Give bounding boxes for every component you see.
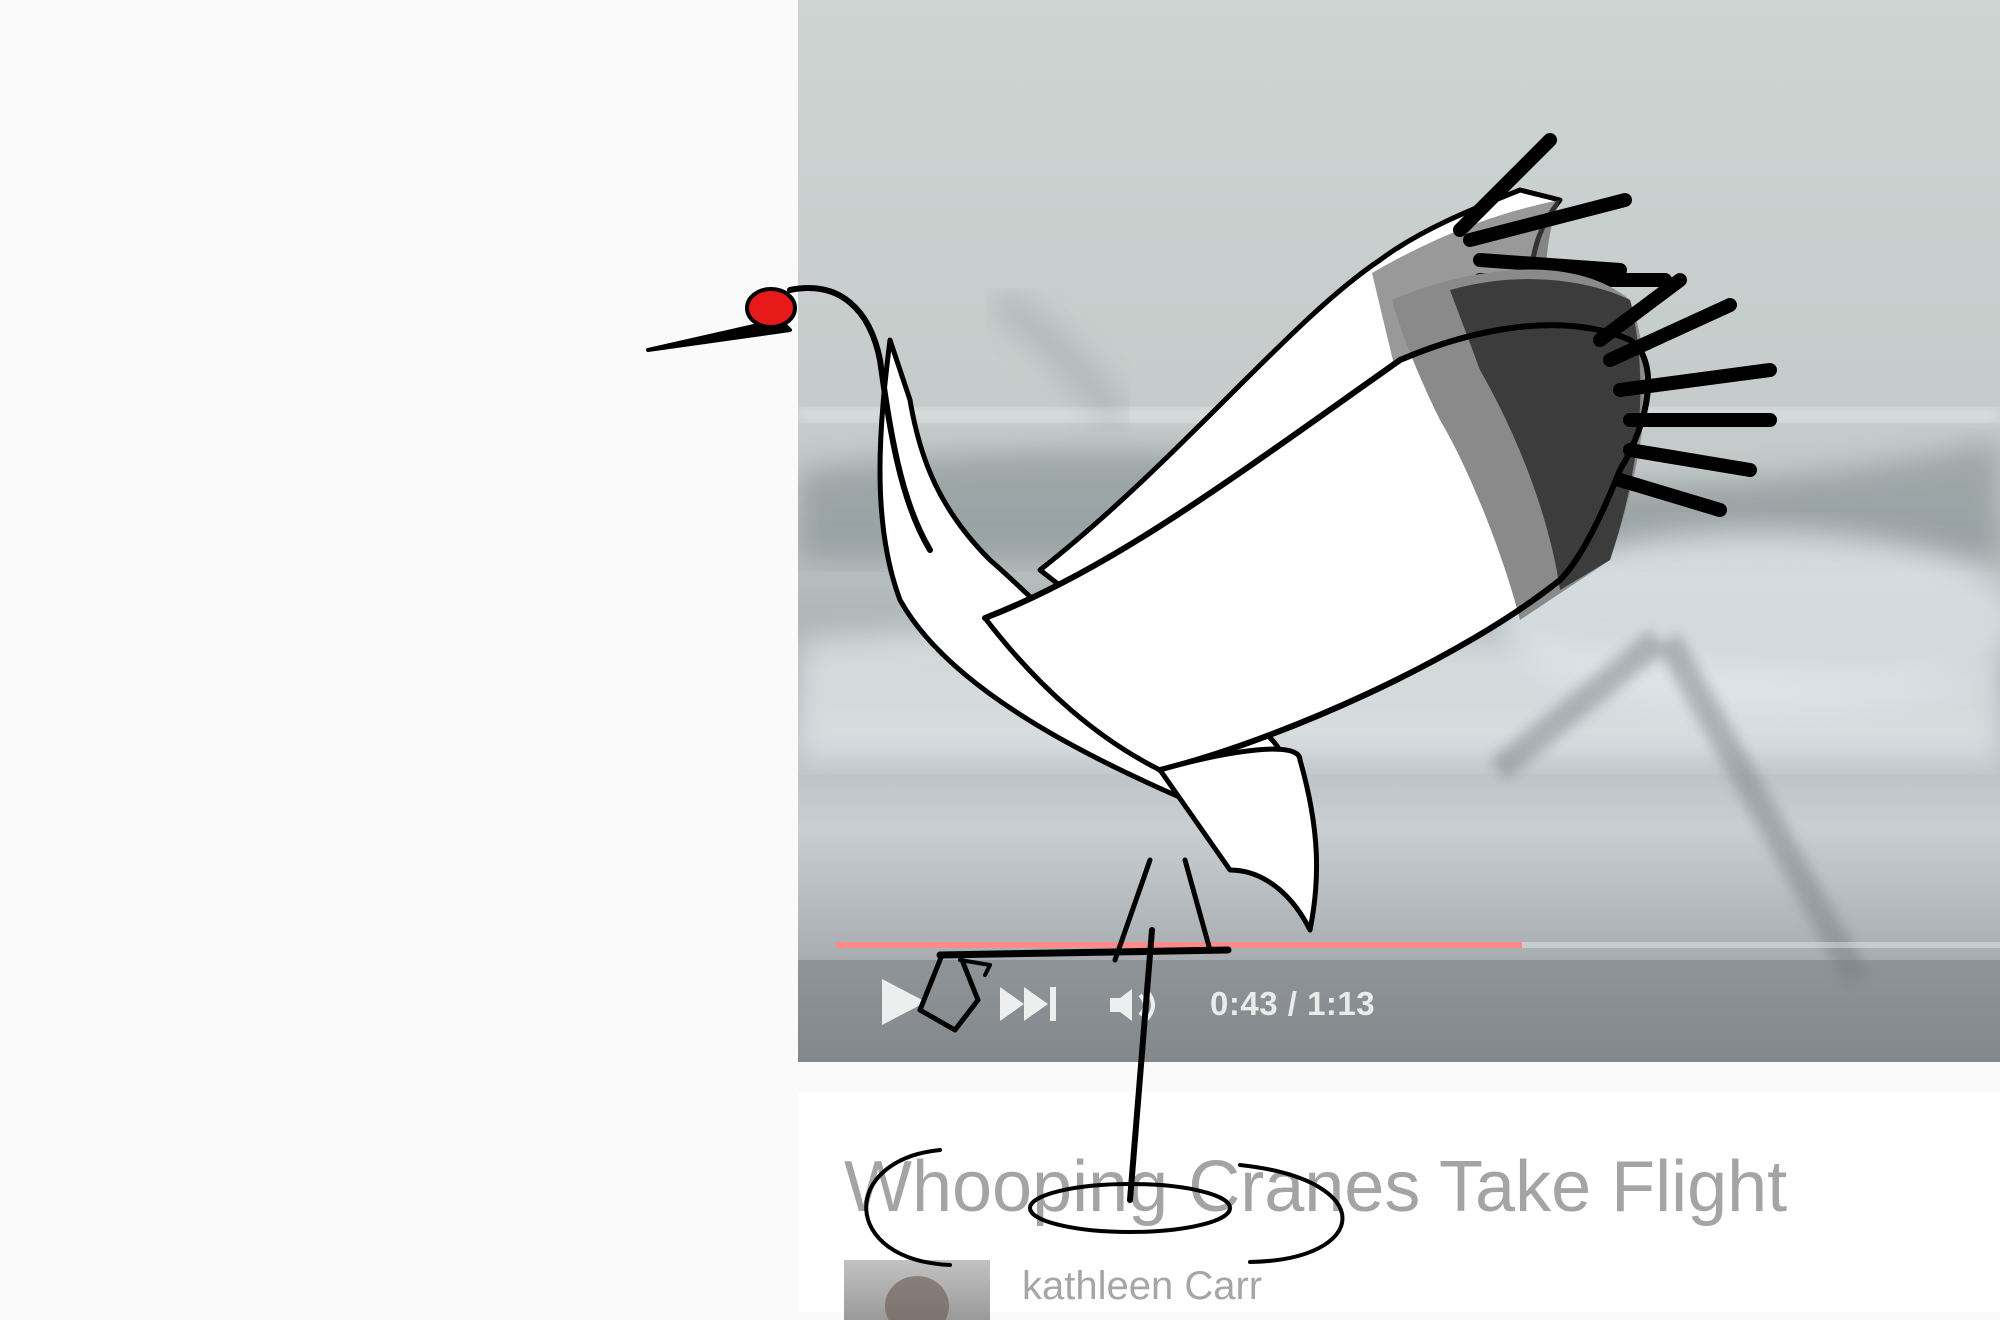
channel-name[interactable]: kathleen Carr [1022, 1264, 1262, 1309]
progress-played [836, 942, 1522, 948]
volume-icon[interactable] [1110, 987, 1162, 1023]
video-title: Whooping Cranes Take Flight [844, 1147, 1788, 1227]
time-separator: / [1278, 985, 1308, 1022]
progress-bar[interactable] [836, 942, 2000, 948]
channel-avatar[interactable] [844, 1260, 990, 1320]
current-time: 0:43 [1210, 985, 1279, 1022]
time-display: 0:43 / 1:13 [1210, 985, 1375, 1023]
page-background [0, 0, 800, 1312]
video-info-panel: Whooping Cranes Take Flight kathleen Car… [798, 1092, 2000, 1320]
play-icon[interactable] [880, 979, 926, 1025]
skip-next-icon[interactable] [1000, 987, 1060, 1021]
video-frame[interactable] [798, 0, 2000, 1062]
player-controls: 0:43 / 1:13 [798, 965, 2000, 1045]
duration: 1:13 [1307, 985, 1376, 1022]
video-player[interactable]: 0:43 / 1:13 [798, 0, 2000, 1062]
